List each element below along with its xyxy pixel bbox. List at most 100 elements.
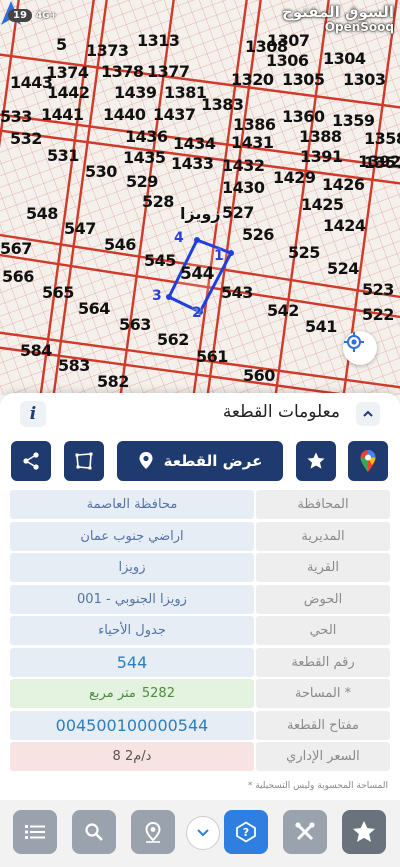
google-maps-button[interactable]	[348, 441, 388, 481]
plot-label[interactable]: 1386	[233, 116, 276, 134]
plot-label[interactable]: 1320	[231, 71, 274, 89]
plot-label[interactable]: 523	[362, 281, 394, 299]
plot-label[interactable]: 1373	[86, 42, 129, 60]
plot-label[interactable]: 1442	[47, 84, 90, 102]
plot-label[interactable]: 1431	[231, 134, 274, 152]
plot-label[interactable]: 531	[47, 147, 79, 165]
plot-label[interactable]: 1378	[101, 63, 144, 81]
search-icon	[85, 823, 103, 841]
plot-label[interactable]: 1429	[273, 169, 316, 187]
favorites-nav-button[interactable]	[342, 810, 386, 854]
collapse-toolbar-button[interactable]	[186, 816, 220, 850]
directorate-value: اراضي جنوب عمان	[10, 521, 254, 551]
area-number: 5282	[141, 686, 175, 701]
plot-label[interactable]: 545	[144, 252, 176, 270]
plot-label[interactable]: 1374	[46, 64, 89, 82]
plot-label[interactable]: 563	[119, 316, 151, 334]
plot-label[interactable]: 562	[157, 331, 189, 349]
plot-label[interactable]: 1441	[41, 106, 84, 124]
plot-label[interactable]: 1437	[153, 106, 196, 124]
village-label: القرية	[256, 553, 390, 582]
collapse-sheet-button[interactable]	[356, 402, 380, 426]
plot-label[interactable]: 542	[267, 302, 299, 320]
selected-plot-label[interactable]: 544	[180, 265, 215, 283]
share-button[interactable]	[11, 441, 51, 481]
plot-label[interactable]: 1383	[201, 96, 244, 114]
plot-label[interactable]: 543	[221, 284, 253, 302]
plot-label[interactable]: 533	[0, 108, 32, 126]
plot-info-sheet: i معلومات القطعة عرض القطعة محافظة العاص…	[0, 393, 400, 867]
area-label: المساحة *	[256, 679, 390, 708]
help-button[interactable]: ?	[224, 810, 268, 854]
district-label: زويزا	[180, 204, 221, 223]
plot-label[interactable]: 1358	[364, 130, 400, 148]
map-view[interactable]: 1313 1308 1307 5 1373 1377 1378 1306 1304 1443 137…	[0, 0, 400, 395]
directorate-label: المديرية	[256, 521, 390, 551]
outline-button[interactable]	[64, 441, 104, 481]
plot-label[interactable]: 522	[362, 306, 394, 324]
my-location-button[interactable]	[343, 331, 377, 365]
opensooq-watermark: السوق المفتوح OpenSooq	[282, 4, 394, 34]
plot-label[interactable]: 1391	[300, 148, 343, 166]
row-area: متر مربع 5282 المساحة *	[10, 679, 390, 708]
plot-label[interactable]: 567	[0, 240, 32, 258]
plot-label[interactable]: 584	[20, 342, 52, 360]
svg-text:?: ?	[243, 826, 249, 839]
plot-label[interactable]: 564	[78, 300, 110, 318]
plot-label[interactable]: 1436	[125, 128, 168, 146]
plot-label[interactable]: 524	[327, 260, 359, 278]
area-value: متر مربع 5282	[10, 679, 254, 708]
plot-label[interactable]: 529	[126, 173, 158, 191]
plot-label[interactable]: 560	[243, 367, 275, 385]
plot-label[interactable]: 530	[85, 163, 117, 181]
plot-label[interactable]: 1388	[299, 128, 342, 146]
plot-label[interactable]: 1433	[171, 155, 214, 173]
plot-label[interactable]: 582	[97, 373, 129, 391]
plot-label[interactable]: 527	[222, 204, 254, 222]
plot-label[interactable]: 1392	[358, 153, 400, 171]
plot-label[interactable]: 546	[104, 236, 136, 254]
plot-label[interactable]: 1440	[103, 106, 146, 124]
plot-label[interactable]: 561	[196, 348, 228, 366]
neighborhood-value: جدول الأحياء	[10, 616, 254, 645]
plot-label[interactable]: 1306	[266, 52, 309, 70]
plot-label[interactable]: 548	[26, 205, 58, 223]
list-button[interactable]	[13, 810, 57, 854]
plot-label[interactable]: 1439	[114, 84, 157, 102]
sheet-title: معلومات القطعة	[222, 402, 340, 422]
info-button[interactable]: i	[20, 401, 46, 427]
plot-label[interactable]: 528	[142, 193, 174, 211]
action-bar: عرض القطعة	[0, 441, 400, 483]
plot-label[interactable]: 541	[305, 318, 337, 336]
plot-label[interactable]: 1305	[282, 71, 325, 89]
plot-label[interactable]: 5	[56, 36, 67, 54]
plot-label[interactable]: 1426	[322, 176, 365, 194]
plot-label[interactable]: 532	[10, 130, 42, 148]
watermark-english: OpenSooq	[324, 20, 394, 34]
plot-label[interactable]: 1430	[222, 179, 265, 197]
star-nav-icon	[352, 820, 376, 842]
plot-label[interactable]: 1360	[282, 108, 325, 126]
pin-search-button[interactable]	[131, 810, 175, 854]
plot-label[interactable]: 1377	[147, 63, 190, 81]
plot-number-label: رقم القطعة	[256, 647, 390, 677]
plot-label[interactable]: 1434	[173, 135, 216, 153]
plot-label[interactable]: 1435	[123, 149, 166, 167]
plot-label[interactable]: 1304	[323, 50, 366, 68]
plot-label[interactable]: 583	[58, 357, 90, 375]
watermark-arabic: السوق المفتوح	[281, 3, 394, 21]
show-plot-button[interactable]: عرض القطعة	[117, 441, 283, 481]
plot-label[interactable]: 1425	[301, 196, 344, 214]
plot-label[interactable]: 525	[288, 244, 320, 262]
plot-label[interactable]: 526	[242, 226, 274, 244]
tools-button[interactable]	[283, 810, 327, 854]
search-button[interactable]	[72, 810, 116, 854]
plot-label[interactable]: 547	[64, 220, 96, 238]
favorite-button[interactable]	[296, 441, 336, 481]
plot-label[interactable]: 565	[42, 284, 74, 302]
plot-label[interactable]: 566	[2, 268, 34, 286]
plot-label[interactable]: 1432	[222, 157, 265, 175]
plot-label[interactable]: 1303	[343, 71, 386, 89]
vertex-label-4: 4	[174, 230, 184, 246]
plot-label[interactable]: 1424	[323, 217, 366, 235]
